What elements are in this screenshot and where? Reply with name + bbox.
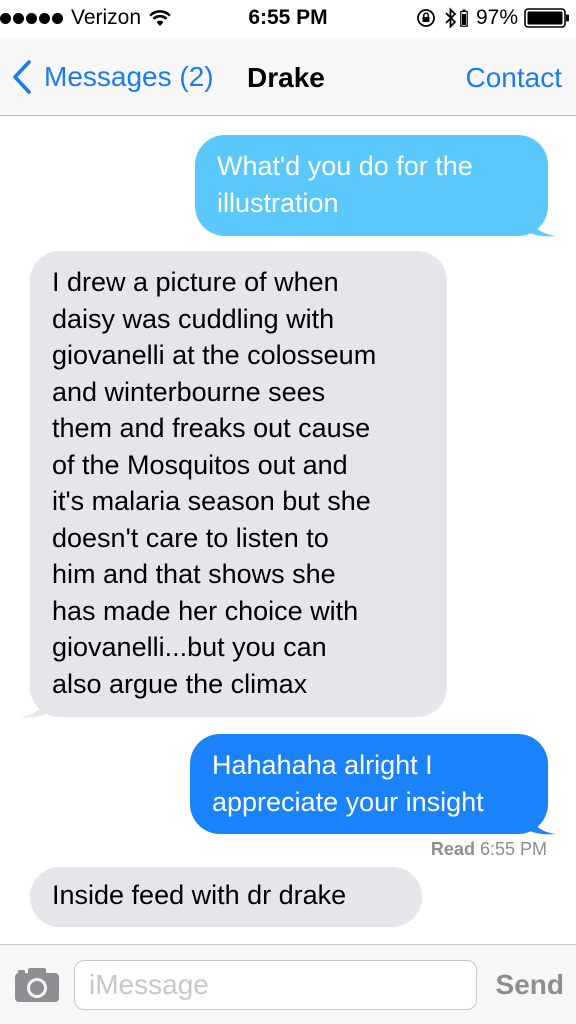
contact-button[interactable]: Contact [466, 62, 563, 94]
battery-status-icon [460, 9, 468, 27]
message-list[interactable]: What'd you do for the illustration I dre… [0, 116, 576, 944]
rotation-lock-icon [417, 9, 435, 27]
read-label: Read [430, 839, 475, 859]
messages-screen: Verizon 6:55 PM 97% Messages (2) Drake C… [0, 0, 576, 1024]
incoming-message-bubble[interactable]: I drew a picture of when daisy was cuddl… [30, 251, 447, 717]
bubble-tail [528, 216, 556, 237]
outgoing-sms-bubble[interactable]: What'd you do for the illustration [195, 135, 548, 236]
read-time: 6:55 PM [479, 839, 547, 859]
outgoing-imessage-bubble[interactable]: Hahahaha alright I appreciate your insig… [190, 734, 548, 834]
chevron-left-icon [13, 60, 31, 94]
battery-percent: 97% [475, 6, 518, 29]
battery-icon [524, 8, 569, 28]
back-button[interactable]: Messages (2) [12, 60, 214, 94]
compose-bar: Send [0, 944, 576, 1024]
incoming-message-bubble[interactable]: Inside feed with dr drake [30, 867, 422, 927]
camera-icon[interactable] [14, 967, 60, 1003]
status-bar: Verizon 6:55 PM 97% [0, 0, 576, 38]
bluetooth-icon [445, 7, 457, 29]
conversation-title: Drake [247, 62, 325, 93]
navigation-bar: Messages (2) Drake Contact [0, 38, 576, 116]
bubble-tail [528, 814, 556, 835]
bubble-tail [20, 697, 48, 718]
message-input[interactable] [74, 960, 477, 1010]
read-receipt: Read 6:55 PM [431, 839, 547, 860]
send-button[interactable]: Send [496, 969, 564, 1001]
back-button-label: Messages (2) [44, 61, 214, 92]
status-right: 97% [416, 6, 570, 30]
